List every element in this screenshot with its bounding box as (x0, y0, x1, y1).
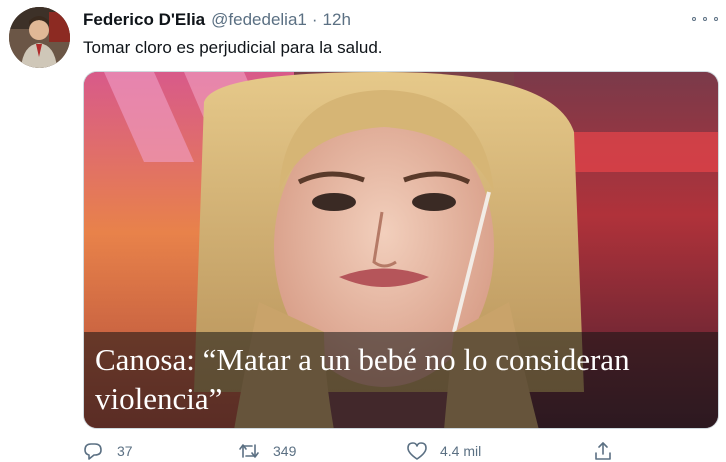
like-count: 4.4 mil (440, 443, 482, 459)
more-dot (714, 17, 718, 21)
more-icon[interactable] (692, 12, 718, 26)
author-handle[interactable]: @fededelia1 (211, 10, 307, 30)
tweet-timestamp[interactable]: 12h (323, 10, 351, 30)
header-separator: · (311, 10, 318, 29)
author-display-name[interactable]: Federico D'Elia (83, 10, 205, 30)
avatar-photo (9, 7, 70, 68)
media-caption: Canosa: “Matar a un bebé no lo considera… (95, 340, 715, 418)
tweet-media[interactable]: Canosa: “Matar a un bebé no lo considera… (83, 71, 719, 429)
reply-button[interactable]: 37 (83, 440, 133, 462)
retweet-icon (239, 444, 259, 458)
media-caption-line2: violencia” (95, 381, 223, 416)
retweet-button[interactable]: 349 (238, 440, 296, 462)
tweet: Federico D'Elia @fededelia1 · 12h Tomar … (0, 0, 726, 462)
share-button[interactable] (593, 440, 613, 462)
tweet-text: Tomar cloro es perjudicial para la salud… (83, 38, 383, 57)
reply-icon (84, 443, 102, 460)
retweet-count: 349 (273, 443, 297, 459)
more-dot (692, 17, 696, 21)
avatar[interactable] (9, 7, 70, 68)
more-dot (703, 17, 707, 21)
like-button[interactable]: 4.4 mil (406, 440, 481, 462)
tweet-header: Federico D'Elia @fededelia1 · 12h (83, 10, 351, 32)
share-icon (595, 442, 611, 460)
media-caption-line1: Canosa: “Matar a un bebé no lo considera… (95, 342, 630, 377)
tweet-actions: 37 349 4.4 mil (83, 440, 719, 462)
heart-icon (407, 442, 427, 460)
reply-count: 37 (117, 443, 133, 459)
